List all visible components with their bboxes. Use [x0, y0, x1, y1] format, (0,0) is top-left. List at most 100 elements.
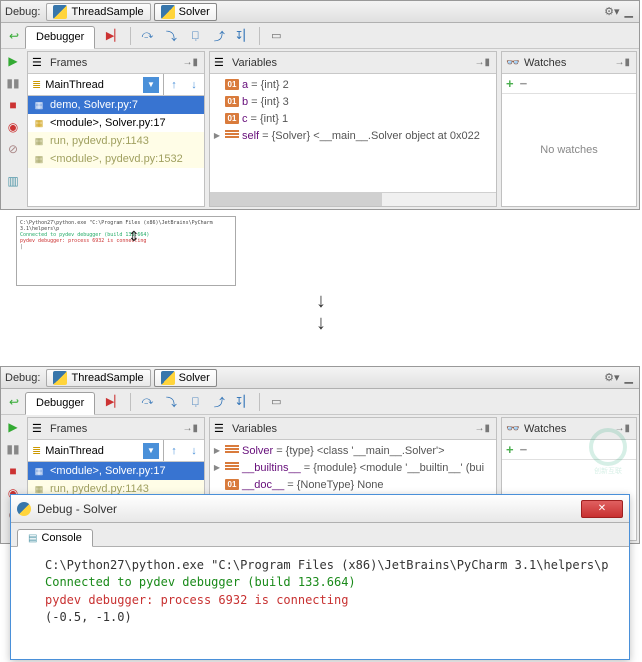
panel-menu-icon[interactable]: →▮ — [180, 57, 200, 68]
frames-header: ☰ Frames →▮ — [28, 418, 204, 440]
step-over-icon[interactable]: ⤼ — [136, 391, 158, 413]
step-out-icon[interactable]: ⤴ — [208, 391, 230, 413]
arrow-down-icon: ↓ — [316, 290, 326, 313]
debugger-tab[interactable]: Debugger — [25, 26, 95, 49]
frame-row[interactable]: ▦<module>, Solver.py:17 — [28, 114, 204, 132]
expand-icon[interactable]: ▶ — [212, 446, 222, 455]
expand-icon[interactable]: ▶ — [212, 463, 222, 472]
variable-row[interactable]: 01c = {int} 1 — [210, 110, 496, 127]
runconfig-label: ThreadSample — [71, 6, 143, 18]
variables-title: Variables — [232, 423, 472, 435]
add-watch-icon[interactable]: + — [506, 442, 514, 457]
thread-name: MainThread — [45, 445, 104, 457]
prev-frame-icon[interactable]: ↑ — [164, 440, 184, 461]
debug-console-window: Debug - Solver ✕ ▤ Console C:\Python27\p… — [10, 494, 630, 660]
stop-icon[interactable]: ■ — [4, 96, 22, 114]
variable-row[interactable]: ▶Solver = {type} <class '__main__.Solver… — [210, 442, 496, 459]
frames-icon: ☰ — [32, 422, 46, 436]
window-titlebar[interactable]: Debug - Solver ✕ — [11, 495, 629, 523]
dropdown-caret-icon: ▼ — [143, 443, 159, 459]
runconfig-threadsample[interactable]: ThreadSample — [46, 369, 150, 387]
step-out-icon[interactable]: ⤴ — [208, 25, 230, 47]
runconfig-solver[interactable]: Solver — [154, 369, 217, 387]
step-into-mycode-icon[interactable]: ⤵̣ — [184, 25, 206, 47]
console-tab[interactable]: ▤ Console — [17, 529, 93, 547]
frame-row[interactable]: ▦run, pydevd.py:1143 — [28, 132, 204, 150]
console-action-rail — [23, 557, 45, 627]
debug-label: Debug: — [5, 372, 40, 384]
resume-icon[interactable]: ▶ — [4, 418, 22, 436]
variable-row[interactable]: ▶__builtins__ = {module} <module '__buil… — [210, 459, 496, 476]
remove-watch-icon[interactable]: − — [520, 76, 528, 91]
frames-header: ☰ Frames →▮ — [28, 52, 204, 74]
hide-icon[interactable]: ▁ — [623, 5, 635, 18]
pause-icon[interactable]: ▮▮ — [4, 74, 22, 92]
step-into-icon[interactable]: ⤵ — [160, 391, 182, 413]
debugger-tab[interactable]: Debugger — [25, 392, 95, 415]
stop-icon[interactable]: ■ — [4, 462, 22, 480]
settings-icon[interactable]: ⚙▾ — [601, 371, 622, 384]
watches-header: 👓 Watches →▮ — [502, 52, 636, 74]
variables-header: ☰ Variables →▮ — [210, 418, 496, 440]
next-frame-icon[interactable]: ↓ — [184, 440, 204, 461]
watches-empty-text: No watches — [502, 94, 636, 206]
evaluate-expression-icon[interactable]: ▭ — [265, 25, 287, 47]
variable-row[interactable]: 01__doc__ = {NoneType} None — [210, 476, 496, 493]
variables-icon: ☰ — [214, 56, 228, 70]
runconfig-threadsample[interactable]: ThreadSample — [46, 3, 150, 21]
variable-row[interactable]: 01a = {int} 2 — [210, 76, 496, 93]
variable-row[interactable]: 01b = {int} 3 — [210, 93, 496, 110]
prev-frame-icon[interactable]: ↑ — [164, 74, 184, 95]
variable-row[interactable]: ▶self = {Solver} <__main__.Solver object… — [210, 127, 496, 144]
step-over-icon[interactable]: ⤼ — [136, 25, 158, 47]
arrow-down-icon: ↓ — [316, 312, 326, 335]
int-icon: 01 — [225, 79, 239, 90]
settings-icon[interactable]: ⚙▾ — [601, 5, 622, 18]
next-frame-icon[interactable]: ↓ — [184, 74, 204, 95]
console-output[interactable]: C:\Python27\python.exe "C:\Program Files… — [45, 557, 617, 627]
variables-icon: ☰ — [214, 422, 228, 436]
add-watch-icon[interactable]: + — [506, 76, 514, 91]
remove-watch-icon[interactable]: − — [520, 442, 528, 457]
panel-menu-icon[interactable]: →▮ — [612, 57, 632, 68]
show-execution-point-icon[interactable]: ▶▏ — [103, 25, 125, 47]
panel-menu-icon[interactable]: →▮ — [472, 57, 492, 68]
frame-row[interactable]: ▦<module>, pydevd.py:1532 — [28, 150, 204, 168]
view-breakpoints-icon[interactable]: ◉ — [4, 118, 22, 136]
variables-title: Variables — [232, 57, 472, 69]
runconfig-solver[interactable]: Solver — [154, 3, 217, 21]
close-button[interactable]: ✕ — [581, 500, 623, 518]
layout-icon[interactable]: ▥ — [4, 172, 22, 190]
panel-menu-icon[interactable]: →▮ — [180, 423, 200, 434]
show-execution-point-icon[interactable]: ▶▏ — [103, 391, 125, 413]
variables-list[interactable]: 01a = {int} 2 01b = {int} 3 01c = {int} … — [210, 74, 496, 192]
watches-title: Watches — [524, 57, 612, 69]
expand-icon[interactable]: ▶ — [212, 131, 222, 140]
restore-layout-icon[interactable]: ↩ — [5, 393, 23, 411]
thread-selector[interactable]: ≣ MainThread ▼ — [28, 74, 164, 95]
panel-menu-icon[interactable]: →▮ — [472, 423, 492, 434]
evaluate-expression-icon[interactable]: ▭ — [265, 391, 287, 413]
frames-list[interactable]: ▦demo, Solver.py:7 ▦<module>, Solver.py:… — [28, 96, 204, 206]
frame-row[interactable]: ▦demo, Solver.py:7 — [28, 96, 204, 114]
resume-icon[interactable]: ▶ — [4, 52, 22, 70]
run-to-cursor-icon[interactable]: ↧▏ — [232, 25, 254, 47]
h-scrollbar[interactable] — [210, 192, 496, 206]
frame-icon: ▦ — [32, 116, 46, 130]
run-to-cursor-icon[interactable]: ↧▏ — [232, 391, 254, 413]
debug-header: Debug: ThreadSample Solver ⚙▾ ▁ — [1, 1, 639, 23]
mute-breakpoints-icon[interactable]: ⊘ — [4, 140, 22, 158]
runconfig-label: Solver — [179, 6, 210, 18]
frame-icon: ▦ — [32, 152, 46, 166]
frames-title: Frames — [50, 57, 180, 69]
step-into-icon[interactable]: ⤵ — [160, 25, 182, 47]
dropdown-caret-icon: ▼ — [143, 77, 159, 93]
thread-selector[interactable]: ≣ MainThread ▼ — [28, 440, 164, 461]
step-into-mycode-icon[interactable]: ⤵̣ — [184, 391, 206, 413]
hide-icon[interactable]: ▁ — [623, 371, 635, 384]
int-icon: 01 — [225, 479, 239, 490]
frames-title: Frames — [50, 423, 180, 435]
pause-icon[interactable]: ▮▮ — [4, 440, 22, 458]
restore-layout-icon[interactable]: ↩ — [5, 27, 23, 45]
frame-row[interactable]: ▦<module>, Solver.py:17 — [28, 462, 204, 480]
